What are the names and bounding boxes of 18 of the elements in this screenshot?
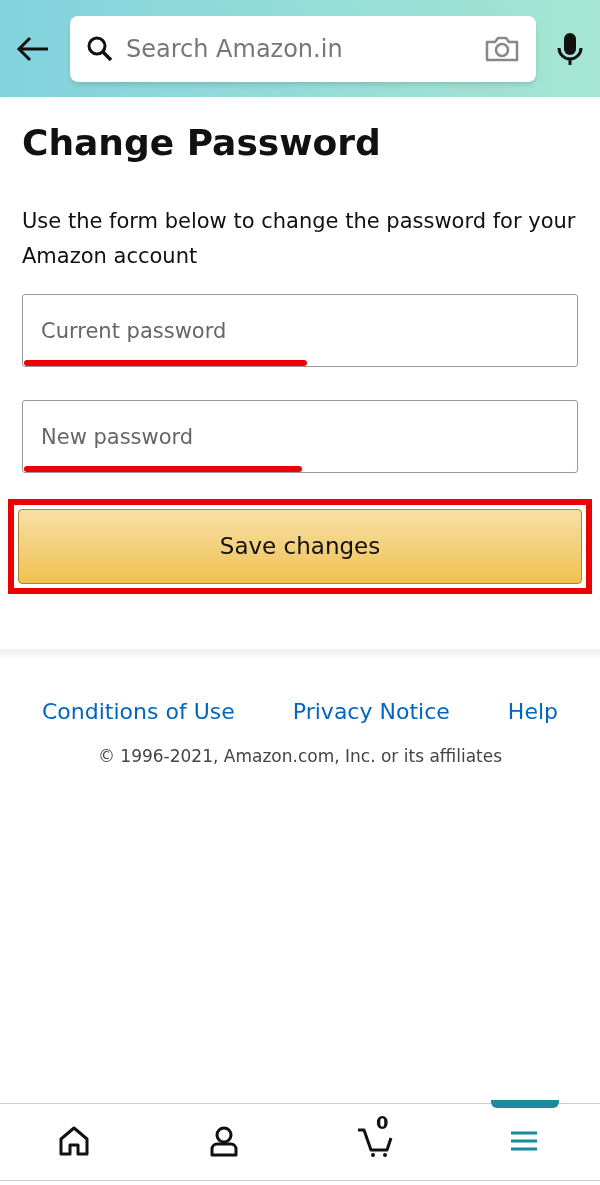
search-bar[interactable]: Search Amazon.in: [70, 15, 536, 82]
selected-indicator: [491, 1100, 559, 1108]
cart-count: 0: [376, 1114, 389, 1132]
password-field[interactable]: New password: [22, 400, 578, 473]
nav-tab[interactable]: 0: [300, 1104, 450, 1180]
microphone-icon[interactable]: [556, 30, 584, 67]
password-field[interactable]: Current password: [22, 294, 578, 367]
form-description: Use the form below to change the password for your Amazon account: [22, 208, 577, 270]
search-input[interactable]: Search Amazon.in: [126, 30, 472, 67]
page-title: Change Password: [22, 121, 382, 165]
search-icon: [86, 34, 114, 63]
camera-icon[interactable]: [484, 34, 520, 63]
footer-link[interactable]: Conditions of Use: [42, 695, 235, 728]
copyright-text: © 1996-2021, Amazon.com, Inc. or its affiliates: [96, 745, 504, 768]
footer-link[interactable]: Help: [507, 695, 558, 728]
back-arrow-icon[interactable]: [16, 35, 50, 62]
footer-link[interactable]: Privacy Notice: [292, 695, 450, 728]
save-changes-button[interactable]: Save changes: [18, 509, 582, 584]
